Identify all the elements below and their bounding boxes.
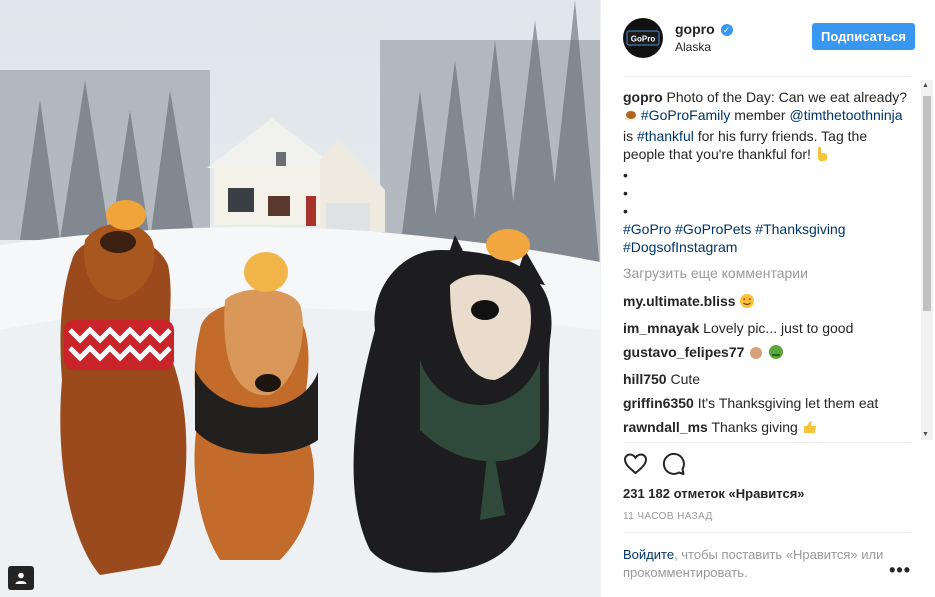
likes-count[interactable]: 231 182 отметок «Нравится» bbox=[623, 486, 805, 501]
mention-link[interactable]: @timthetoothninja bbox=[790, 107, 903, 123]
caption-bullet: • bbox=[623, 203, 628, 219]
hashtag-link[interactable]: #DogsofInstagram bbox=[623, 238, 913, 256]
location-link[interactable]: Alaska bbox=[675, 38, 733, 56]
action-bar bbox=[623, 452, 686, 476]
user-tag-icon bbox=[15, 572, 27, 584]
comment: rawndall_ms Thanks giving bbox=[623, 418, 913, 439]
comment-username[interactable]: im_mnayak bbox=[623, 320, 699, 336]
load-more-comments[interactable]: Загрузить еще комментарии bbox=[623, 264, 913, 282]
post-panel: GoPro gopro ✓ Alaska Подписаться gopro P… bbox=[600, 0, 935, 597]
comment-text: Lovely pic... just to good bbox=[703, 320, 854, 336]
comments-list: gopro Photo of the Day: Can we eat alrea… bbox=[623, 88, 913, 440]
divider bbox=[623, 76, 911, 77]
svg-text:GoPro: GoPro bbox=[631, 35, 656, 44]
caption-username[interactable]: gopro bbox=[623, 89, 663, 105]
divider bbox=[623, 442, 911, 443]
caption-bullet: • bbox=[623, 185, 628, 201]
post-photo[interactable] bbox=[0, 0, 600, 597]
turkey-leg-icon bbox=[623, 109, 637, 127]
thumbs-up-icon bbox=[802, 419, 818, 439]
heart-icon[interactable] bbox=[623, 452, 648, 476]
comment-username[interactable]: my.ultimate.bliss bbox=[623, 293, 736, 309]
caption: gopro Photo of the Day: Can we eat alrea… bbox=[623, 88, 913, 256]
username-link[interactable]: gopro bbox=[675, 21, 715, 37]
comment-text: Thanks giving bbox=[711, 419, 798, 435]
green-face-emoji-icon bbox=[768, 344, 784, 364]
post-header: GoPro gopro ✓ Alaska Подписаться bbox=[623, 16, 915, 60]
comment-username[interactable]: griffin6350 bbox=[623, 395, 694, 411]
heart-eyes-emoji-icon bbox=[739, 293, 755, 313]
divider bbox=[623, 532, 911, 533]
login-prompt: Войдите, чтобы поставить «Нравится» или … bbox=[623, 546, 893, 582]
comment-username[interactable]: rawndall_ms bbox=[623, 419, 708, 435]
scrollbar-thumb[interactable] bbox=[923, 96, 931, 311]
follow-button[interactable]: Подписаться bbox=[811, 23, 915, 50]
comment: im_mnayak Lovely pic... just to good bbox=[623, 319, 913, 337]
comment: griffin6350 It's Thanksgiving let them e… bbox=[623, 394, 913, 412]
hashtag-link[interactable]: #GoPro #GoProPets #Thanksgiving bbox=[623, 220, 913, 238]
pointing-hand-icon bbox=[815, 146, 829, 166]
hashtag-link[interactable]: #GoProFamily bbox=[641, 107, 730, 123]
hashtag-link[interactable]: #thankful bbox=[637, 128, 694, 144]
more-options-icon[interactable]: ••• bbox=[889, 560, 911, 581]
clapping-hands-icon bbox=[748, 344, 764, 364]
comments-scrollbar[interactable]: ▲ ▼ bbox=[921, 80, 933, 440]
login-link[interactable]: Войдите bbox=[623, 547, 674, 562]
timestamp[interactable]: 11 ЧАСОВ НАЗАД bbox=[623, 511, 713, 522]
comment-username[interactable]: hill750 bbox=[623, 371, 667, 387]
comment: my.ultimate.bliss bbox=[623, 292, 913, 313]
photo-scene bbox=[0, 0, 600, 597]
scroll-up-arrow-icon[interactable]: ▲ bbox=[922, 82, 929, 89]
comment: hill750 Cute bbox=[623, 370, 913, 388]
caption-text: Photo of the Day: Can we eat already? bbox=[666, 89, 908, 105]
caption-text: is bbox=[623, 128, 634, 144]
caption-text: member bbox=[734, 107, 786, 123]
user-tag-button[interactable] bbox=[8, 566, 34, 590]
verified-icon: ✓ bbox=[720, 24, 733, 36]
comment-text: It's Thanksgiving let them eat bbox=[697, 395, 879, 411]
comment-icon[interactable] bbox=[662, 452, 686, 476]
comment-username[interactable]: gustavo_felipes77 bbox=[623, 344, 744, 360]
caption-bullet: • bbox=[623, 167, 628, 183]
comment: gustavo_felipes77 bbox=[623, 343, 913, 364]
comment-text: Cute bbox=[670, 371, 701, 387]
gopro-logo-icon: GoPro bbox=[626, 30, 660, 46]
avatar[interactable]: GoPro bbox=[623, 18, 663, 58]
scroll-down-arrow-icon[interactable]: ▼ bbox=[922, 431, 929, 438]
